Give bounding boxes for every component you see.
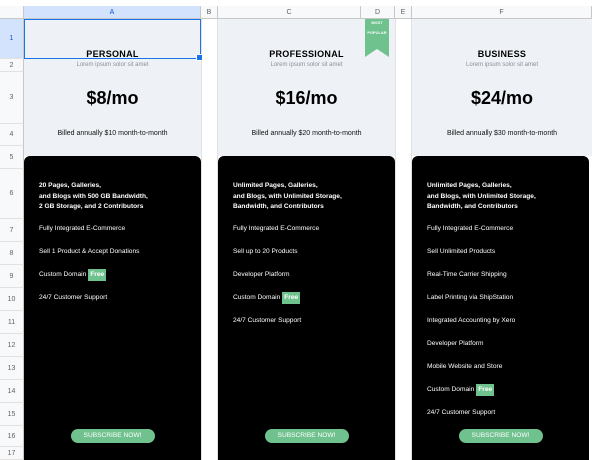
plan-header-business: BUSINESS Lorem ipsum solor sit amet $24/… — [412, 19, 592, 156]
plan-billing-note: Billed annually $20 month-to-month — [251, 130, 362, 137]
plan-billing-note: Billed annually $30 month-to-month — [446, 130, 558, 137]
grid-line — [201, 19, 202, 460]
headline-line: and Blogs with 500 GB Bandwidth, — [39, 192, 148, 200]
row-header-14[interactable]: 14 — [0, 380, 24, 403]
subscribe-button-business[interactable]: SUBSCRIBE NOW! — [458, 429, 543, 443]
plan-price: $16/mo — [275, 88, 338, 108]
row-header-16[interactable]: 16 — [0, 426, 24, 447]
plan-name: PERSONAL — [86, 49, 139, 59]
column-header-b[interactable]: B — [201, 6, 218, 19]
feature-item: Mobile Website and Store — [427, 363, 503, 370]
headline-line: Unlimited Pages, Galleries, — [233, 182, 318, 189]
row-header-1[interactable]: 1 — [0, 19, 24, 59]
free-badge: Free — [476, 384, 495, 396]
row-header-7[interactable]: 7 — [0, 219, 24, 242]
plan-header-personal: PERSONAL Lorem ipsum solor sit amet $8/m… — [24, 19, 201, 156]
spreadsheet-grid: A B C D E F 1 2 3 4 5 6 7 8 9 10 11 12 1… — [0, 0, 592, 460]
row-header-12[interactable]: 12 — [0, 334, 24, 357]
subscribe-button-personal[interactable]: SUBSCRIBE NOW! — [70, 429, 155, 443]
most-popular-ribbon: MOST POPULAR — [365, 19, 389, 57]
row-header-8[interactable]: 8 — [0, 242, 24, 265]
feature-item: Sell up to 20 Products — [233, 248, 298, 255]
row-header-13[interactable]: 13 — [0, 357, 24, 380]
row-header-3[interactable]: 3 — [0, 72, 24, 124]
plan-price: $24/mo — [470, 88, 534, 108]
row-header-2[interactable]: 2 — [0, 59, 24, 72]
column-header-a[interactable]: A — [24, 6, 201, 19]
feature-item: 24/7 Customer Support — [233, 317, 302, 324]
row-header-9[interactable]: 9 — [0, 265, 24, 288]
feature-item: Developer Platform — [427, 340, 484, 347]
feature-headline: 20 Pages, Galleries, and Blogs with 500 … — [39, 181, 148, 213]
headline-line: and Blogs, with Unlimited Storage, — [427, 192, 536, 200]
plan-subtitle: Lorem ipsum solor sit amet — [465, 62, 539, 68]
ribbon-text-line2: POPULAR — [367, 31, 387, 35]
feature-item: Fully Integrated E-Commerce — [233, 225, 320, 232]
feature-label: Custom Domain — [39, 271, 87, 278]
row-header-11[interactable]: 11 — [0, 311, 24, 334]
feature-label: Custom Domain — [427, 386, 475, 393]
feature-item: Integrated Accounting by Xero — [427, 317, 516, 324]
plan-features-personal: 20 Pages, Galleries, and Blogs with 500 … — [24, 156, 201, 460]
column-header-d[interactable]: D — [361, 6, 395, 19]
headline-line: 2 GB Storage, and 2 Contributors — [39, 203, 144, 210]
plan-subtitle: Lorem ipsum solor sit amet — [270, 62, 343, 68]
feature-item: Real-Time Carrier Shipping — [427, 271, 507, 278]
feature-item: Fully Integrated E-Commerce — [427, 225, 514, 232]
feature-item-custom-domain: Custom Domain Free — [39, 269, 107, 281]
plan-billing-note: Billed annually $10 month-to-month — [57, 130, 168, 137]
subscribe-button-professional[interactable]: SUBSCRIBE NOW! — [264, 429, 349, 443]
column-header-e[interactable]: E — [395, 6, 412, 19]
headline-line: 20 Pages, Galleries, — [39, 182, 101, 189]
headline-line: Bandwidth, and Contributors — [427, 203, 518, 210]
free-badge: Free — [282, 292, 301, 304]
headline-line: Bandwidth, and Contributors — [233, 203, 324, 210]
row-header-10[interactable]: 10 — [0, 288, 24, 311]
plan-features-professional: Unlimited Pages, Galleries, and Blogs, w… — [218, 156, 395, 460]
free-badge: Free — [88, 269, 107, 281]
feature-item: Developer Platform — [233, 271, 290, 278]
feature-item-custom-domain: Custom Domain Free — [233, 292, 301, 304]
feature-item: 24/7 Customer Support — [427, 409, 496, 416]
grid-line — [395, 19, 396, 460]
plan-name: BUSINESS — [477, 49, 527, 59]
row-header-15[interactable]: 15 — [0, 403, 24, 426]
column-header-c[interactable]: C — [218, 6, 361, 19]
feature-label: Custom Domain — [233, 294, 281, 301]
select-all-corner[interactable] — [0, 6, 24, 19]
feature-item: Sell 1 Product & Accept Donations — [39, 248, 140, 255]
row-header-6[interactable]: 6 — [0, 169, 24, 219]
plan-subtitle: Lorem ipsum solor sit amet — [76, 62, 149, 68]
feature-item: Fully Integrated E-Commerce — [39, 225, 126, 232]
feature-item: Sell Unlimited Products — [427, 248, 496, 255]
headline-line: and Blogs, with Unlimited Storage, — [233, 192, 342, 200]
ribbon-text-line1: MOST — [371, 21, 383, 25]
row-header-5[interactable]: 5 — [0, 146, 24, 169]
feature-item-custom-domain: Custom Domain Free — [427, 384, 495, 396]
plan-features-business: Unlimited Pages, Galleries, and Blogs, w… — [412, 156, 589, 460]
row-header-4[interactable]: 4 — [0, 124, 24, 146]
column-header-f[interactable]: F — [412, 6, 592, 19]
row-header-17[interactable]: 17 — [0, 447, 24, 460]
feature-headline: Unlimited Pages, Galleries, and Blogs, w… — [427, 181, 536, 213]
feature-item: Label Printing via ShipStation — [427, 294, 514, 301]
headline-line: Unlimited Pages, Galleries, — [427, 182, 512, 189]
feature-item: 24/7 Customer Support — [39, 294, 108, 301]
feature-headline: Unlimited Pages, Galleries, and Blogs, w… — [233, 181, 342, 213]
plan-price: $8/mo — [86, 88, 139, 108]
